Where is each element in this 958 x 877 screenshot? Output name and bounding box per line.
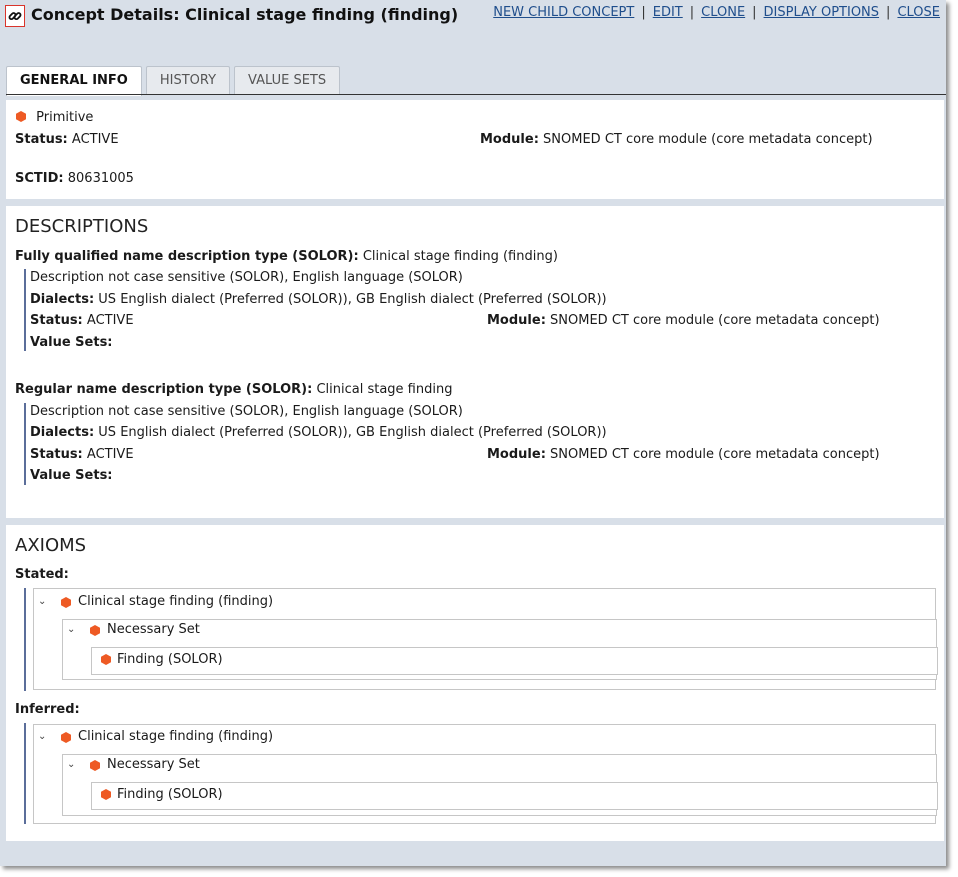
header: Concept Details: Clinical stage finding … bbox=[0, 0, 946, 34]
module-label: Module: bbox=[487, 313, 546, 328]
link-button[interactable] bbox=[5, 5, 25, 27]
status-label: Status: bbox=[30, 447, 83, 462]
module-label: Module: bbox=[480, 132, 539, 147]
description-header: Fully qualified name description type (S… bbox=[15, 249, 558, 264]
value-sets-label: Value Sets: bbox=[30, 468, 113, 483]
description-type-label: Fully qualified name description type (S… bbox=[15, 249, 359, 264]
status-label: Status: bbox=[15, 132, 68, 147]
axioms-panel: AXIOMS Stated: ⌄ Clinical stage finding … bbox=[6, 525, 944, 841]
module-value: SNOMED CT core module (core metadata con… bbox=[543, 132, 873, 147]
description-term: Clinical stage finding bbox=[316, 382, 453, 397]
module-label: Module: bbox=[487, 447, 546, 462]
general-info-panel: Primitive Status: ACTIVE Module: SNOMED … bbox=[6, 100, 944, 199]
description-dialects-row: Dialects: US English dialect (Preferred … bbox=[30, 292, 607, 307]
sctid-label: SCTID: bbox=[15, 171, 64, 186]
status-value: ACTIVE bbox=[71, 132, 119, 147]
stated-leaf-concept[interactable]: Finding (SOLOR) bbox=[117, 652, 223, 667]
inferred-necessary-set[interactable]: Necessary Set bbox=[107, 757, 200, 772]
tab-general-info[interactable]: GENERAL INFO bbox=[6, 66, 142, 96]
chevron-down-icon[interactable]: ⌄ bbox=[67, 624, 75, 635]
new-child-concept-link[interactable]: NEW CHILD CONCEPT bbox=[493, 5, 634, 20]
dialects-value: US English dialect (Preferred (SOLOR)), … bbox=[98, 425, 607, 440]
chevron-down-icon[interactable]: ⌄ bbox=[67, 759, 75, 770]
chevron-down-icon[interactable]: ⌄ bbox=[38, 596, 46, 607]
description-type-label: Regular name description type (SOLOR): bbox=[15, 382, 313, 397]
inferred-label-text: Inferred: bbox=[15, 702, 80, 717]
dialects-label: Dialects: bbox=[30, 292, 95, 307]
inferred-accent-bar bbox=[24, 723, 26, 824]
definition-status: Primitive bbox=[36, 110, 94, 125]
module-value: SNOMED CT core module (core metadata con… bbox=[550, 313, 880, 328]
description-value-sets-row: Value Sets: bbox=[30, 468, 113, 483]
description-accent-bar bbox=[24, 403, 26, 485]
clone-link[interactable]: CLONE bbox=[701, 5, 745, 20]
inferred-label: Inferred: bbox=[15, 702, 80, 717]
definition-row: Primitive bbox=[16, 110, 93, 125]
sctid-value: 80631005 bbox=[67, 171, 134, 186]
stated-label: Stated: bbox=[15, 567, 69, 582]
concept-details-window: Concept Details: Clinical stage finding … bbox=[0, 0, 946, 866]
header-actions: NEW CHILD CONCEPT | EDIT | CLONE | DISPLAY OPT… bbox=[493, 5, 940, 20]
description-status-row: Status: ACTIVE bbox=[30, 313, 134, 328]
action-separator: | bbox=[641, 5, 646, 20]
descriptions-panel: DESCRIPTIONS Fully qualified name descri… bbox=[6, 206, 944, 518]
tab-value-sets[interactable]: VALUE SETS bbox=[234, 66, 341, 95]
stated-accent-bar bbox=[24, 588, 26, 691]
dialects-value: US English dialect (Preferred (SOLOR)), … bbox=[98, 292, 607, 307]
description-module-row: Module: SNOMED CT core module (core meta… bbox=[487, 447, 880, 462]
inferred-leaf-concept[interactable]: Finding (SOLOR) bbox=[117, 787, 223, 802]
tab-bar: GENERAL INFO HISTORY VALUE SETS bbox=[6, 66, 344, 96]
page-title: Concept Details: Clinical stage finding … bbox=[31, 5, 459, 24]
stated-label-text: Stated: bbox=[15, 567, 69, 582]
module-value: SNOMED CT core module (core metadata con… bbox=[550, 447, 880, 462]
action-separator: | bbox=[752, 5, 757, 20]
description-module-row: Module: SNOMED CT core module (core meta… bbox=[487, 313, 880, 328]
chevron-down-icon[interactable]: ⌄ bbox=[38, 731, 46, 742]
axioms-title: AXIOMS bbox=[15, 535, 87, 556]
description-term: Clinical stage finding (finding) bbox=[362, 249, 558, 264]
description-header: Regular name description type (SOLOR): C… bbox=[15, 382, 452, 397]
action-separator: | bbox=[886, 5, 891, 20]
description-case-language: Description not case sensitive (SOLOR), … bbox=[30, 270, 463, 285]
description-case-language: Description not case sensitive (SOLOR), … bbox=[30, 404, 463, 419]
descriptions-title: DESCRIPTIONS bbox=[15, 216, 149, 237]
status-value: ACTIVE bbox=[86, 313, 134, 328]
description-dialects-row: Dialects: US English dialect (Preferred … bbox=[30, 425, 607, 440]
status-value: ACTIVE bbox=[86, 447, 134, 462]
value-sets-label: Value Sets: bbox=[30, 335, 113, 350]
action-separator: | bbox=[689, 5, 695, 20]
module-row: Module: SNOMED CT core module (core meta… bbox=[480, 132, 873, 147]
tab-history[interactable]: HISTORY bbox=[145, 66, 231, 95]
link-icon bbox=[8, 12, 22, 21]
stated-root-concept[interactable]: Clinical stage finding (finding) bbox=[78, 594, 273, 609]
close-link[interactable]: CLOSE bbox=[897, 5, 940, 20]
tab-divider bbox=[6, 94, 946, 95]
description-accent-bar bbox=[24, 269, 26, 351]
concept-hexagon-icon bbox=[16, 111, 26, 122]
inferred-root-concept[interactable]: Clinical stage finding (finding) bbox=[78, 729, 273, 744]
description-status-row: Status: ACTIVE bbox=[30, 447, 134, 462]
description-value-sets-row: Value Sets: bbox=[30, 335, 113, 350]
status-row: Status: ACTIVE bbox=[15, 132, 119, 147]
edit-link[interactable]: EDIT bbox=[653, 5, 683, 20]
sctid-row: SCTID: 80631005 bbox=[15, 171, 134, 186]
status-label: Status: bbox=[30, 313, 83, 328]
dialects-label: Dialects: bbox=[30, 425, 95, 440]
stated-necessary-set[interactable]: Necessary Set bbox=[107, 622, 200, 637]
display-options-link[interactable]: DISPLAY OPTIONS bbox=[764, 5, 880, 20]
